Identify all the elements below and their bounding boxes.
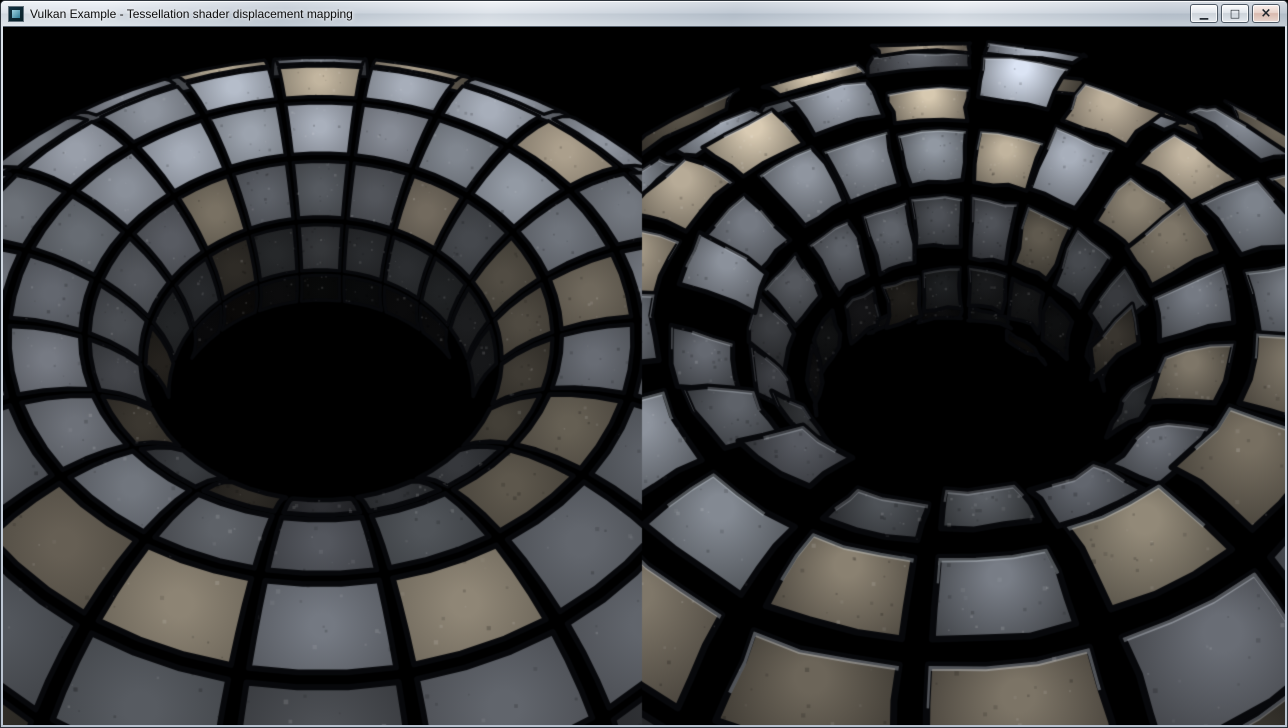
render-viewport[interactable] (3, 26, 1285, 725)
app-window: Vulkan Example - Tessellation shader dis… (0, 0, 1288, 728)
app-icon (8, 6, 24, 22)
minimize-button[interactable]: ▁ (1190, 4, 1218, 23)
close-icon: × (1261, 7, 1272, 20)
minimize-icon: ▁ (1200, 8, 1208, 19)
maximize-icon: □ (1230, 8, 1240, 19)
render-canvas[interactable] (3, 27, 1285, 725)
window-title: Vulkan Example - Tessellation shader dis… (30, 7, 353, 21)
close-button[interactable]: × (1252, 4, 1280, 23)
titlebar[interactable]: Vulkan Example - Tessellation shader dis… (1, 1, 1287, 26)
vulkan-logo-icon (12, 10, 20, 18)
maximize-button[interactable]: □ (1221, 4, 1249, 23)
window-controls: ▁ □ × (1190, 4, 1280, 23)
